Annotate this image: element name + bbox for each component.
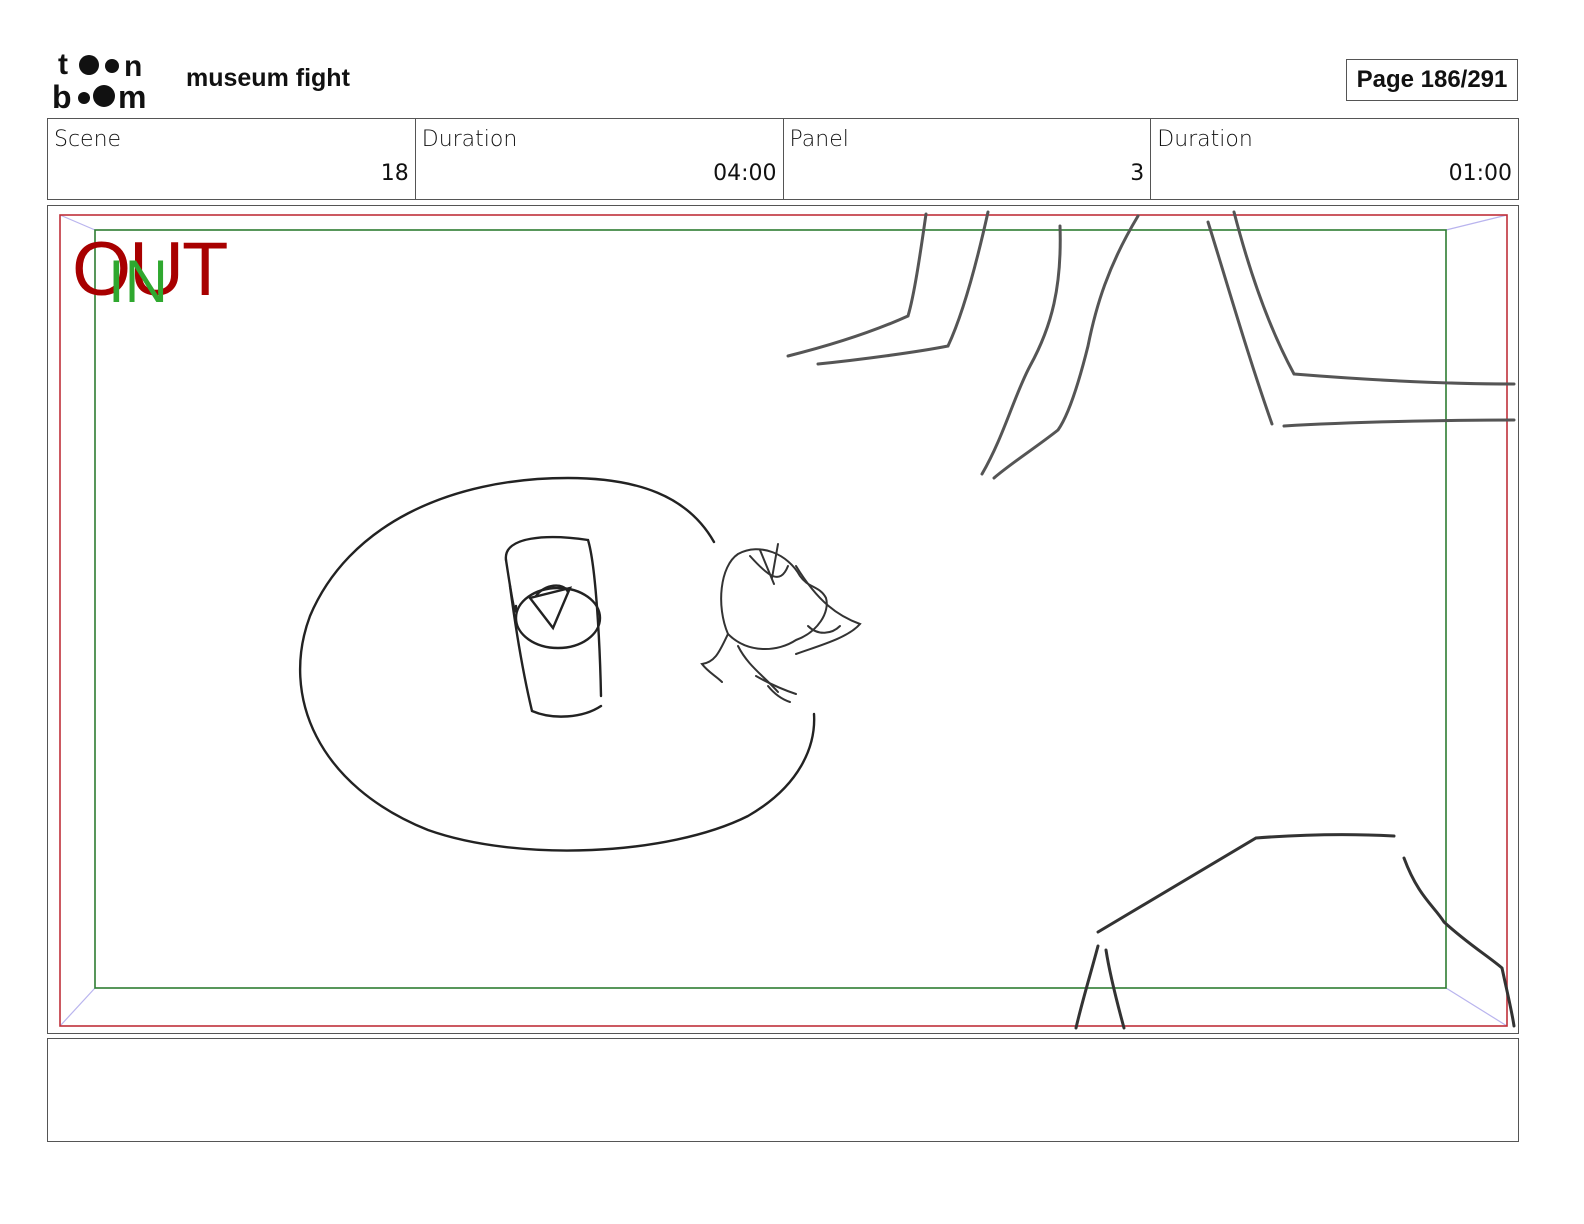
scene-duration-value: 04:00 — [713, 161, 777, 186]
panel-duration-value: 01:00 — [1448, 161, 1512, 186]
notes-box — [47, 1038, 1519, 1142]
in-frame — [94, 229, 1447, 989]
out-frame — [59, 214, 1508, 1027]
panel-duration-cell: Duration 01:00 — [1150, 119, 1518, 199]
in-frame-label: IN — [108, 248, 168, 315]
page-indicator: Page 186/291 — [1346, 59, 1518, 101]
panel-value: 3 — [1130, 161, 1145, 186]
panel-sketch — [59, 210, 1516, 1030]
panel-label: Panel — [789, 127, 849, 152]
scene-duration-cell: Duration 04:00 — [414, 119, 783, 199]
scene-cell: Scene 18 — [48, 119, 415, 199]
panel-duration-label: Duration — [1157, 127, 1253, 152]
panel-info-table: Scene 18 Duration 04:00 Panel 3 Duration… — [47, 118, 1519, 200]
toon-boom-logo: t n b m — [52, 48, 164, 115]
svg-text:m: m — [118, 79, 146, 112]
project-title: museum fight — [186, 64, 350, 92]
storyboard-panel — [47, 205, 1519, 1034]
svg-text:b: b — [52, 79, 72, 112]
panel-cell: Panel 3 — [782, 119, 1151, 199]
svg-text:t: t — [58, 50, 68, 81]
scene-label: Scene — [54, 127, 122, 152]
scene-duration-label: Duration — [421, 127, 518, 152]
scene-value: 18 — [380, 161, 409, 186]
